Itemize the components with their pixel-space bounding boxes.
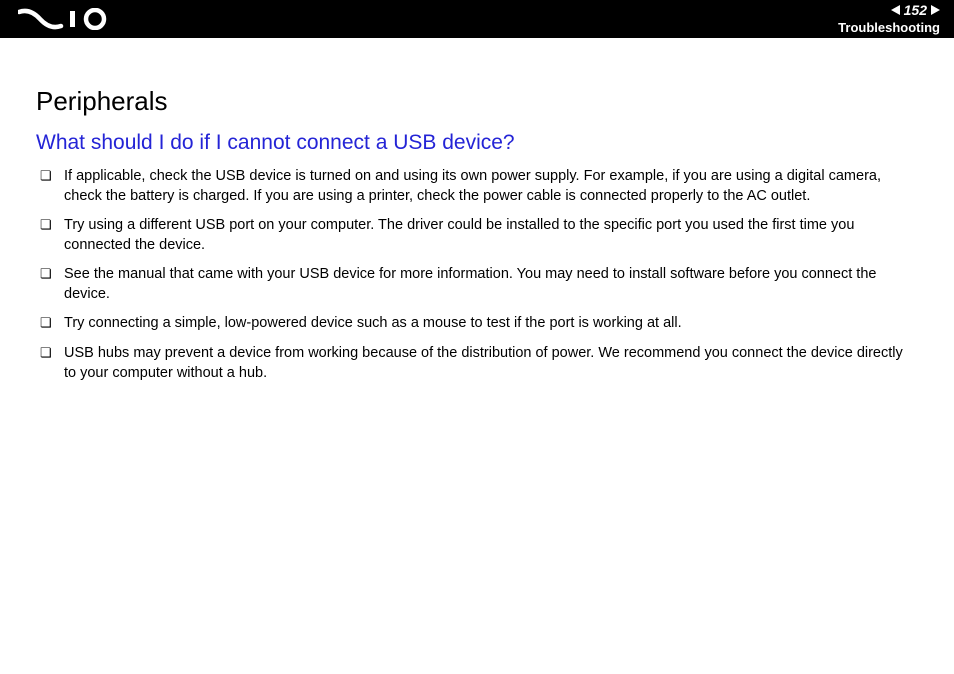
page-number: 152 — [904, 3, 927, 18]
vaio-logo-icon — [18, 8, 114, 30]
page-content: Peripherals What should I do if I cannot… — [0, 38, 954, 383]
page-header: 152 Troubleshooting — [0, 0, 954, 38]
page-title: Peripherals — [36, 86, 918, 117]
list-item: USB hubs may prevent a device from worki… — [36, 344, 918, 383]
list-item: Try using a different USB port on your c… — [36, 216, 918, 255]
list-item: If applicable, check the USB device is t… — [36, 167, 918, 206]
page-navigation: 152 — [891, 3, 940, 18]
vaio-logo — [18, 8, 114, 30]
section-label: Troubleshooting — [838, 21, 940, 35]
list-item: See the manual that came with your USB d… — [36, 265, 918, 304]
header-right: 152 Troubleshooting — [838, 3, 940, 35]
next-page-arrow-icon[interactable] — [931, 5, 940, 15]
checklist: If applicable, check the USB device is t… — [36, 167, 918, 383]
prev-page-arrow-icon[interactable] — [891, 5, 900, 15]
question-heading: What should I do if I cannot connect a U… — [36, 131, 918, 155]
list-item: Try connecting a simple, low-powered dev… — [36, 314, 918, 334]
